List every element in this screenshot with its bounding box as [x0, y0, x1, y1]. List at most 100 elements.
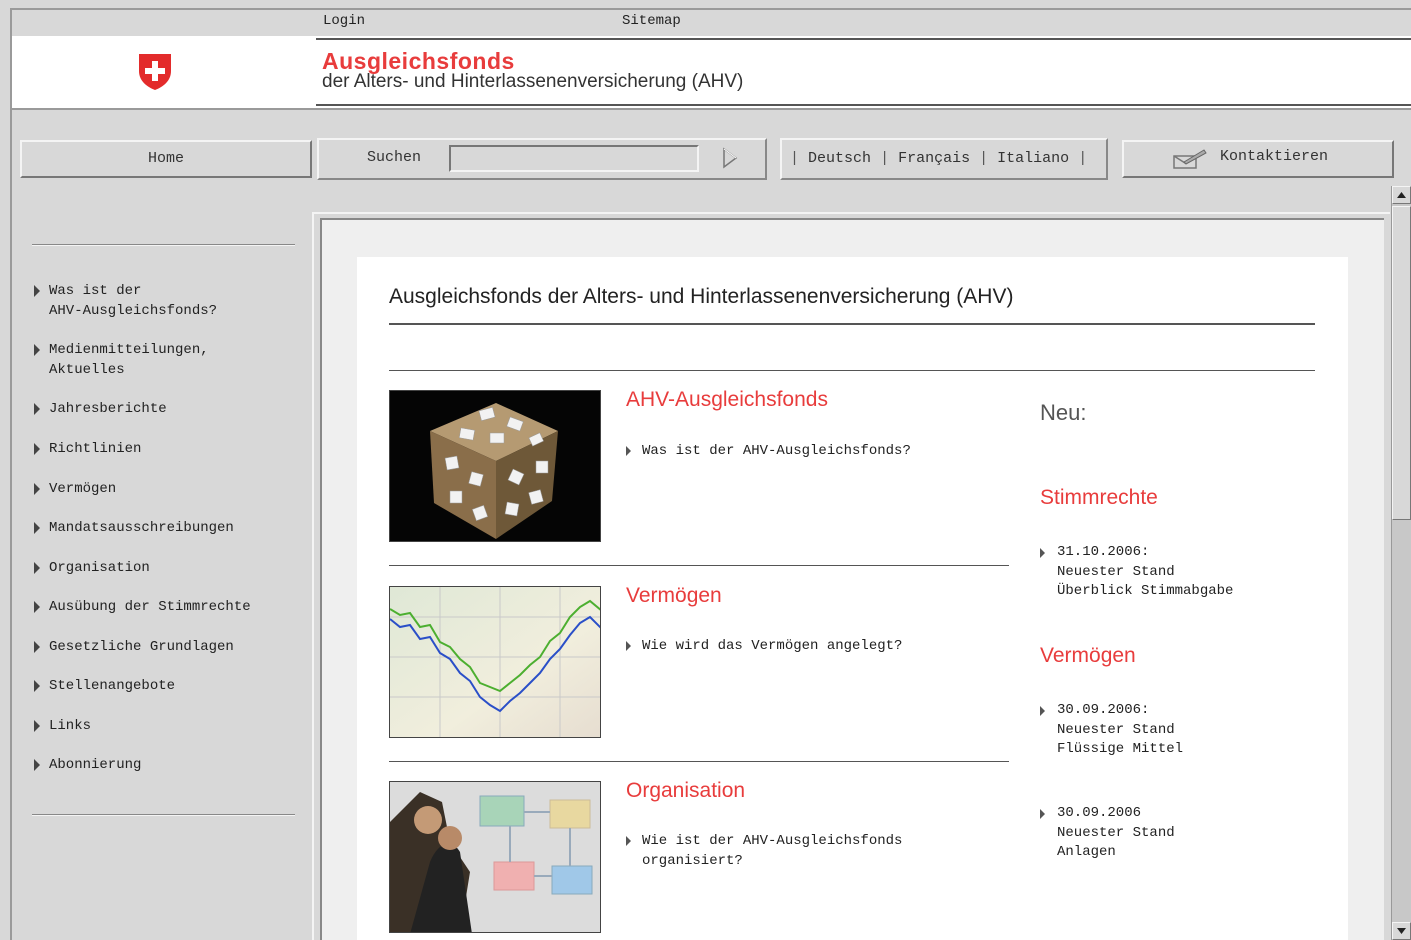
sidebar-item[interactable]: Jahresberichte [34, 400, 167, 420]
sidebar-top-divider [32, 244, 295, 246]
section-divider [389, 761, 1009, 762]
contact-button[interactable]: Kontaktieren [1122, 140, 1394, 178]
header-strip [12, 112, 1411, 134]
section-link-label: Wie ist der AHV-Ausgleichsfonds [642, 833, 903, 849]
sidebar-item-label: Gesetzliche Grundlagen [49, 639, 234, 655]
scroll-down-icon [1397, 928, 1406, 934]
section-link-label: organisiert? [642, 853, 743, 869]
lang-italiano[interactable]: Italiano [997, 150, 1069, 167]
scroll-up-button[interactable] [1392, 186, 1411, 204]
triangle-right-icon [34, 601, 40, 613]
language-switcher: | Deutsch | Français | Italiano | [790, 150, 1088, 167]
news-item-line: Neuester Stand [1057, 563, 1175, 580]
triangle-right-icon [34, 641, 40, 653]
sidebar-item[interactable]: Medienmitteilungen, Aktuelles [34, 341, 209, 380]
news-item[interactable]: 31.10.2006: Neuester Stand Überblick Stimm… [1040, 543, 1233, 602]
stock-chart-image[interactable] [389, 586, 601, 738]
sidebar-item[interactable]: Was ist der AHV-Ausgleichsfonds? [34, 282, 217, 321]
triangle-right-icon [1040, 706, 1045, 716]
triangle-right-icon [626, 446, 631, 456]
sidebar-item-label: AHV-Ausgleichsfonds? [49, 302, 218, 319]
triangle-right-icon [34, 403, 40, 415]
swiss-coat-of-arms-icon [139, 54, 171, 90]
sidebar-item[interactable]: Links [34, 717, 91, 737]
contact-label: Kontaktieren [1220, 148, 1329, 165]
triangle-right-icon [34, 285, 40, 297]
sidebar-item[interactable]: Gesetzliche Grundlagen [34, 638, 234, 658]
sidebar-item-label: Aktuelles [49, 361, 125, 378]
section-link-label: Was ist der AHV-Ausgleichsfonds? [642, 443, 911, 459]
section-link-label: Wie wird das Vermögen angelegt? [642, 638, 903, 654]
search-submit-arrow-icon[interactable] [720, 146, 740, 170]
news-item-line: 31.10.2006: [1057, 544, 1150, 560]
section-title[interactable]: AHV-Ausgleichsfonds [626, 388, 828, 412]
sitemap-link[interactable]: Sitemap [622, 13, 681, 29]
sidebar-item-label: Organisation [49, 560, 150, 576]
scroll-up-icon [1397, 192, 1406, 198]
triangle-right-icon [34, 344, 40, 356]
sidebar-item-label: Medienmitteilungen, [49, 342, 209, 358]
section-link[interactable]: Was ist der AHV-Ausgleichsfonds? [626, 441, 911, 461]
news-item-line: Flüssige Mittel [1057, 741, 1184, 757]
scroll-down-button[interactable] [1392, 922, 1411, 940]
news-group-title: Vermögen [1040, 644, 1136, 667]
sidebar-item[interactable]: Mandatsausschreibungen [34, 519, 234, 539]
dice-question-image[interactable] [389, 390, 601, 542]
title-rule [389, 323, 1315, 325]
triangle-right-icon [34, 522, 40, 534]
triangle-right-icon [34, 483, 40, 495]
news-group-title: Stimmrechte [1040, 486, 1158, 509]
sidebar-item-label: Jahresberichte [49, 401, 167, 417]
sidebar-bottom-divider [32, 814, 295, 816]
content-rule [389, 370, 1315, 371]
sidebar-item-label: Stellenangebote [49, 678, 176, 694]
sidebar-item[interactable]: Abonnierung [34, 756, 141, 776]
triangle-right-icon [34, 562, 40, 574]
lang-deutsch[interactable]: Deutsch [808, 150, 871, 167]
page-title: Ausgleichsfonds der Alters- und Hinterla… [389, 285, 1014, 308]
triangle-right-icon [1040, 809, 1045, 819]
home-button[interactable]: Home [20, 140, 312, 178]
news-item[interactable]: 30.09.2006: Neuester Stand Flüssige Mittel [1040, 701, 1183, 760]
search-label: Suchen [367, 149, 422, 166]
sidebar-item-label: Vermögen [49, 481, 117, 497]
news-item-line: 30.09.2006 [1057, 805, 1142, 821]
section-divider [389, 565, 1009, 566]
section-title[interactable]: Vermögen [626, 584, 722, 608]
utility-bar: Login Sitemap [12, 10, 1411, 36]
sidebar-item[interactable]: Richtlinien [34, 440, 141, 460]
news-item-line: Anlagen [1057, 844, 1116, 860]
search-input[interactable] [449, 145, 699, 172]
sidebar-item[interactable]: Ausübung der Stimmrechte [34, 598, 251, 618]
news-item-line: Überblick Stimmabgabe [1057, 583, 1234, 599]
section-link[interactable]: Wie ist der AHV-Ausgleichsfonds organisie… [626, 831, 902, 871]
login-link[interactable]: Login [323, 13, 365, 29]
sidebar-item-label: Abonnierung [49, 757, 142, 773]
news-item[interactable]: 30.09.2006 Neuester Stand Anlagen [1040, 804, 1175, 863]
scroll-thumb[interactable] [1392, 206, 1411, 520]
vertical-scrollbar[interactable] [1391, 186, 1411, 940]
triangle-right-icon [626, 836, 631, 846]
site-subtitle: der Alters- und Hinterlassenenversicheru… [322, 71, 744, 92]
triangle-right-icon [34, 759, 40, 771]
triangle-right-icon [1040, 548, 1045, 558]
section-link[interactable]: Wie wird das Vermögen angelegt? [626, 636, 902, 656]
section-title[interactable]: Organisation [626, 779, 745, 803]
header: Ausgleichsfonds der Alters- und Hinterla… [12, 36, 1411, 110]
sidebar-item-label: Links [49, 718, 92, 734]
lang-francais[interactable]: Français [898, 150, 970, 167]
header-top-rule [316, 38, 1411, 40]
triangle-right-icon [34, 443, 40, 455]
sidebar-item[interactable]: Vermögen [34, 480, 116, 500]
triangle-right-icon [626, 641, 631, 651]
meeting-image[interactable] [389, 781, 601, 933]
triangle-right-icon [34, 680, 40, 692]
news-heading: Neu: [1040, 400, 1087, 425]
sidebar-item-label: Was ist der [49, 283, 142, 299]
header-bottom-rule [316, 104, 1411, 106]
news-item-line: Neuester Stand [1057, 721, 1175, 738]
sidebar-item-label: Ausübung der Stimmrechte [49, 599, 251, 615]
sidebar-item[interactable]: Organisation [34, 559, 150, 579]
sidebar-item[interactable]: Stellenangebote [34, 677, 175, 697]
triangle-right-icon [34, 720, 40, 732]
